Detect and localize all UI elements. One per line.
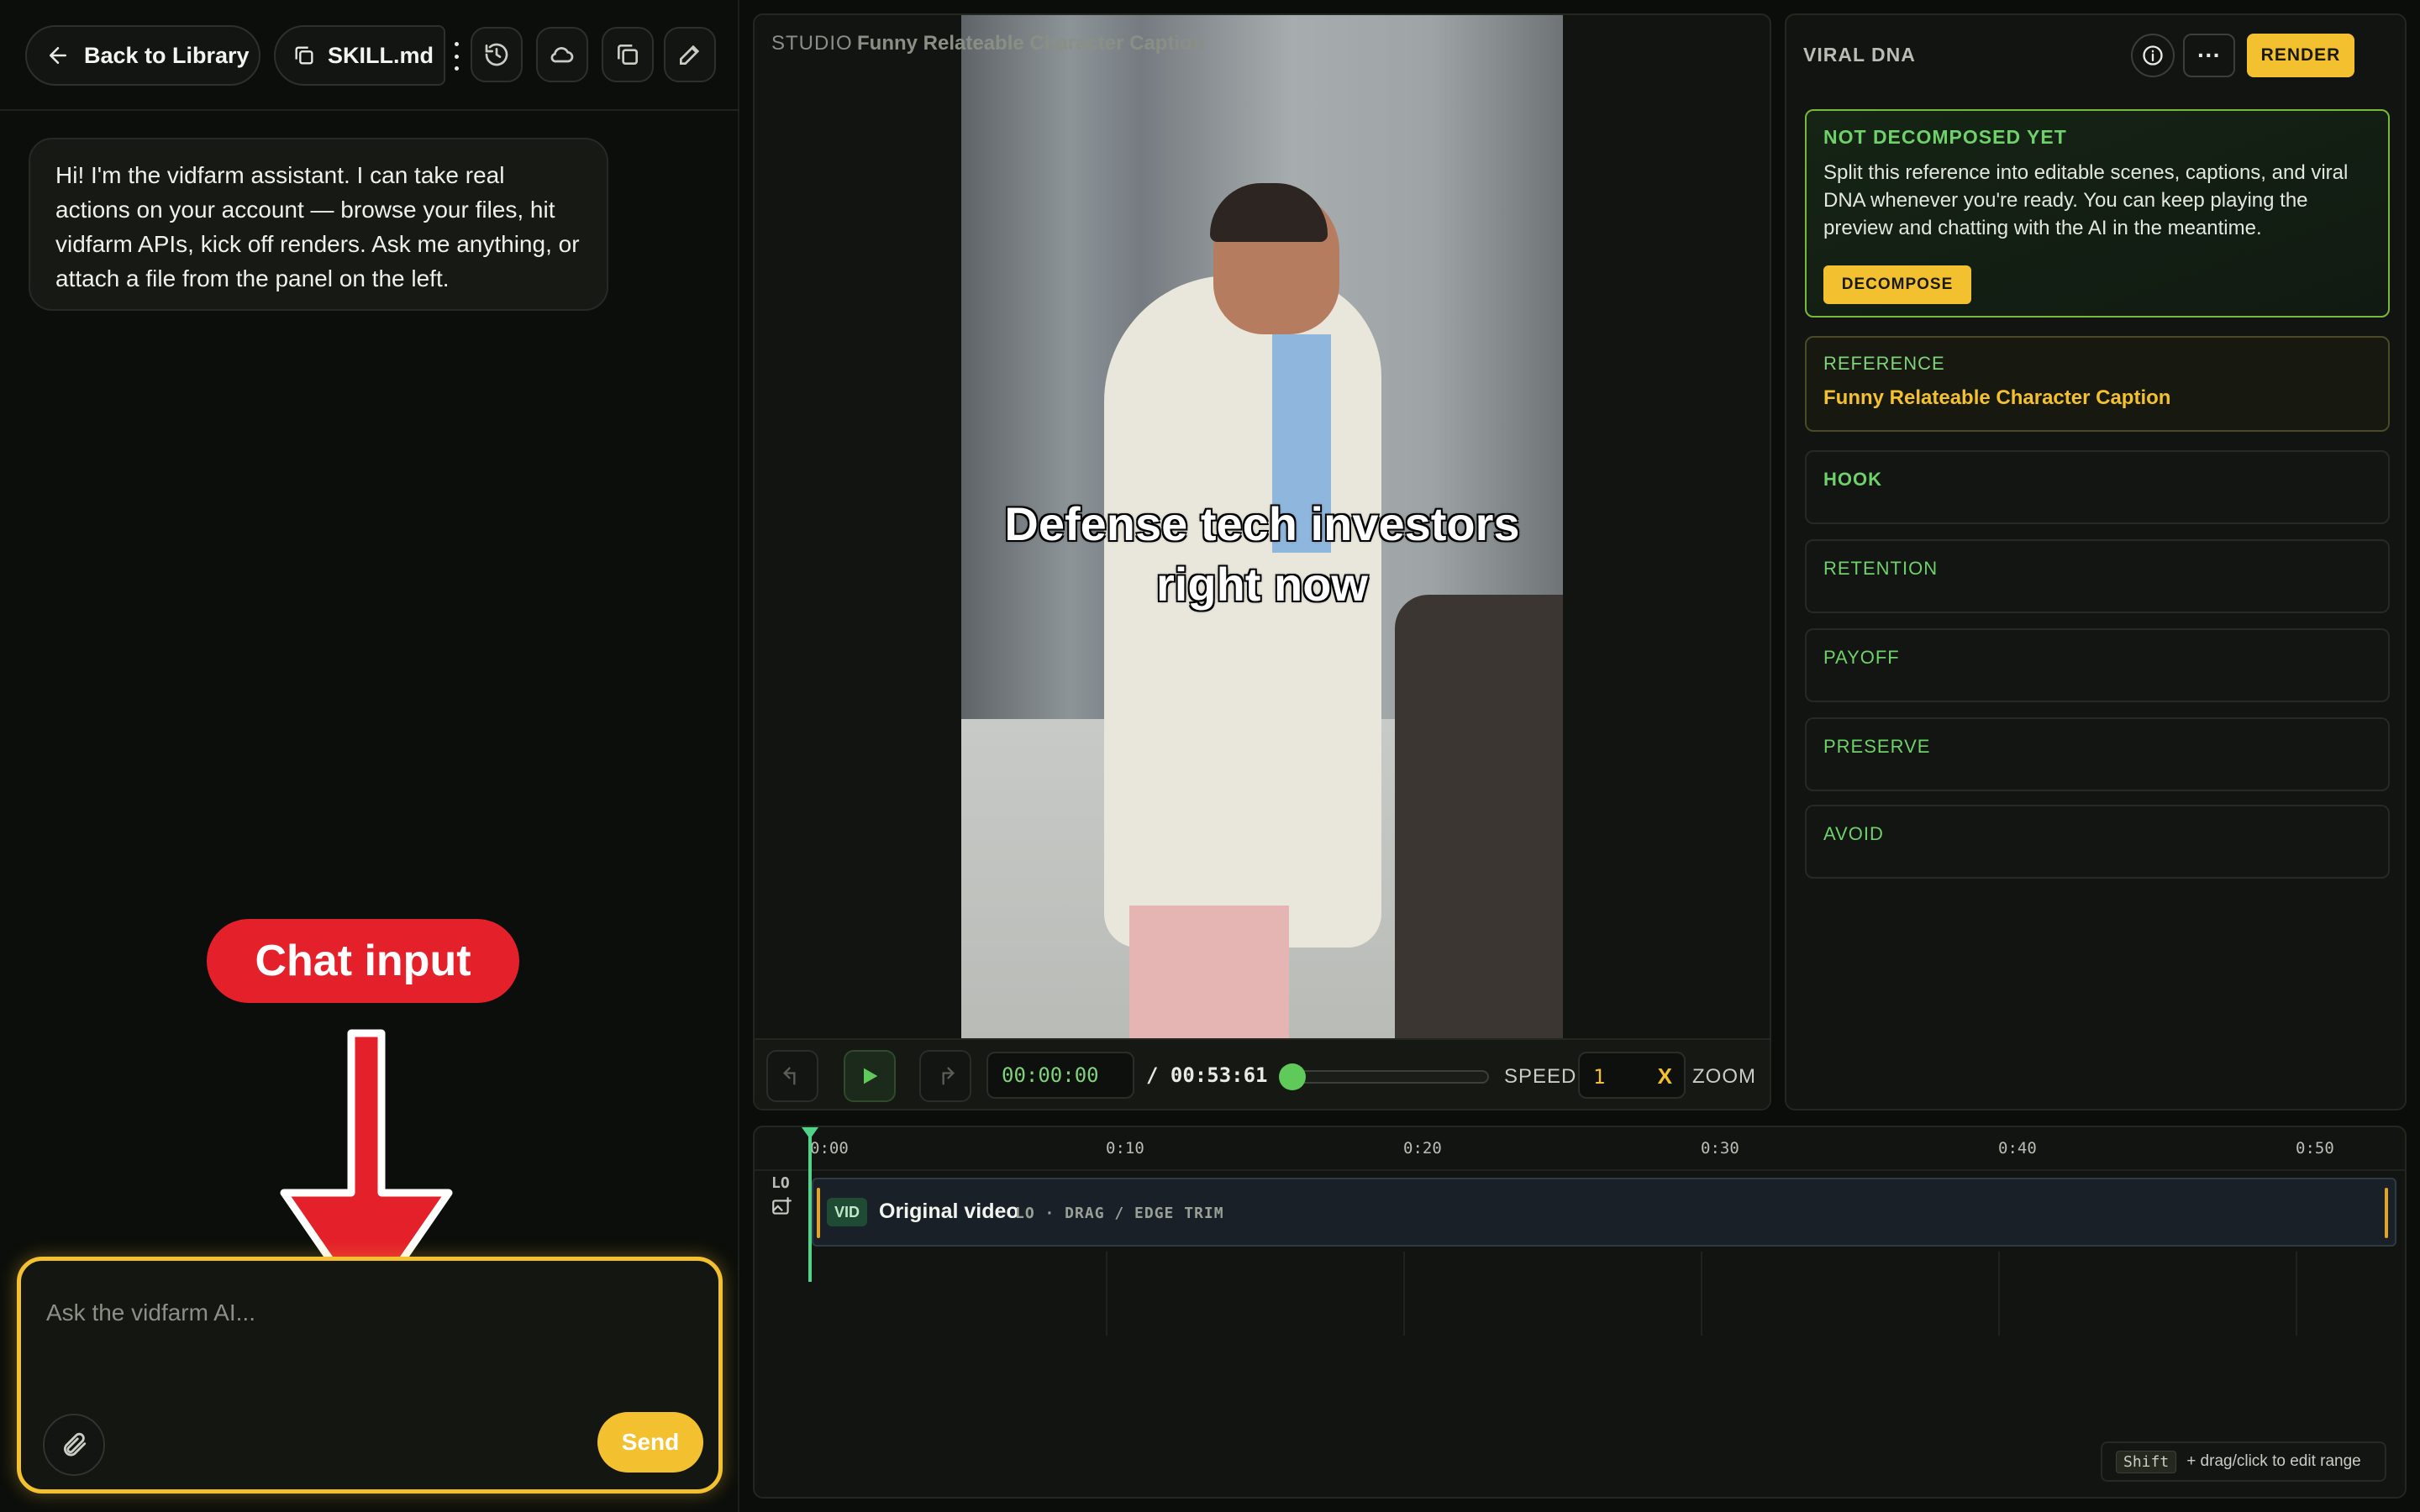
info-button[interactable] [2131,34,2175,77]
shift-hint-text: + drag/click to edit range [2186,1452,2361,1470]
not-decomposed-card: NOT DECOMPOSED YET Split this reference … [1805,109,2390,318]
viral-dna-title: VIRAL DNA [1803,44,1916,66]
more-options-button[interactable]: ··· [2183,34,2235,77]
preview-panel: Defense tech investors right now STUDIO … [753,13,1771,1110]
redo-icon [942,1067,955,1085]
current-time-field[interactable]: 00:00:00 [986,1052,1134,1099]
video-pants [1129,906,1289,1038]
preserve-section[interactable]: PRESERVE [1805,717,2390,791]
reference-label: REFERENCE [1823,353,1945,374]
video-caption: Defense tech investors right now [961,494,1563,615]
grid-line [1403,1252,1405,1336]
chat-input-box[interactable]: Send [17,1257,723,1494]
speed-suffix: X [1657,1063,1672,1089]
history-button[interactable] [471,27,523,82]
attach-button[interactable] [43,1414,105,1476]
track-name: Original video [879,1200,1019,1223]
trim-handle-right[interactable] [2385,1188,2388,1238]
shift-hint: Shift + drag/click to edit range [2101,1441,2386,1482]
ruler-tick: 0:00 [810,1139,849,1158]
undo-icon [783,1067,796,1085]
dot [454,42,459,46]
playhead-handle[interactable] [802,1127,818,1139]
timeline-panel: 0:00 0:10 0:20 0:30 0:40 0:50 LO VID Ori… [753,1126,2407,1499]
playback-controls: 00:00:00 / 00:53:61 SPEED 1 X ZOOM [755,1038,1770,1109]
track-hint: LO · DRAG / EDGE TRIM [1015,1205,1224,1222]
back-to-library-button[interactable]: Back to Library [25,25,260,86]
copy-icon [295,46,313,65]
retention-section[interactable]: RETENTION [1805,539,2390,613]
hook-section[interactable]: HOOK [1805,450,2390,524]
chat-input[interactable] [46,1288,685,1338]
speed-label: SPEED [1504,1065,1577,1088]
ruler-tick: 0:10 [1106,1139,1144,1158]
grid-line [1106,1252,1107,1336]
paperclip-icon [63,1432,87,1457]
cloud-icon [550,47,574,63]
ruler-tick: 0:40 [1998,1139,2037,1158]
pencil-icon [680,45,700,65]
dot [454,66,459,71]
skill-file-button[interactable]: SKILL.md [274,25,445,86]
decompose-button[interactable]: DECOMPOSE [1823,265,1971,304]
caption-line-2: right now [1156,558,1368,611]
time-separator: / [1146,1063,1159,1087]
back-to-library-label: Back to Library [84,42,250,68]
duplicate-icon [618,45,638,65]
history-icon [485,43,508,66]
grid-line [1998,1252,2000,1336]
play-icon [864,1068,878,1084]
add-image-icon[interactable] [770,1196,793,1218]
playhead[interactable] [808,1127,812,1282]
speed-input[interactable]: 1 X [1578,1052,1686,1099]
avoid-section[interactable]: AVOID [1805,805,2390,879]
payoff-section[interactable]: PAYOFF [1805,628,2390,702]
grid-line [2296,1252,2297,1336]
annotation-label: Chat input [207,919,519,1003]
chat-topbar: Back to Library SKILL.md [0,0,739,111]
assistant-message: Hi! I'm the vidfarm assistant. I can tak… [29,138,608,311]
reference-title: Funny Relateable Character Caption [1823,386,2171,409]
reference-card[interactable]: REFERENCE Funny Relateable Character Cap… [1805,336,2390,432]
render-button[interactable]: RENDER [2247,34,2354,77]
caption-line-1: Defense tech investors [1004,497,1520,550]
video-track-clip[interactable]: VID Original video LO · DRAG / EDGE TRIM [812,1178,2396,1247]
timeline-ruler[interactable]: 0:00 0:10 0:20 0:30 0:40 0:50 [755,1127,2405,1171]
not-decomposed-body: Split this reference into editable scene… [1823,161,2349,239]
chat-panel: Back to Library SKILL.md Hi! I'm the vid… [0,0,739,1512]
info-icon [2143,45,2163,66]
video-preview[interactable]: Defense tech investors right now [961,15,1563,1038]
total-time: / 00:53:61 [1146,1063,1268,1087]
video-hair [1210,183,1328,242]
video-sofa [1395,595,1563,1038]
ruler-tick: 0:30 [1701,1139,1739,1158]
zoom-label: ZOOM [1692,1065,1756,1088]
speed-value: 1 [1593,1065,1606,1089]
studio-label: STUDIO [771,32,853,55]
redo-button[interactable] [919,1050,971,1102]
viral-dna-panel: VIRAL DNA ··· RENDER NOT DECOMPOSED YET … [1785,13,2407,1110]
undo-button[interactable] [766,1050,818,1102]
duplicate-button[interactable] [602,27,654,82]
studio-title: Funny Relateable Character Caption [857,32,1205,55]
vid-badge: VID [827,1198,867,1226]
arrow-left-icon [50,47,66,64]
ruler-tick: 0:50 [2296,1139,2334,1158]
send-button[interactable]: Send [597,1412,703,1473]
edit-button[interactable] [664,27,716,82]
skill-file-label: SKILL.md [328,42,434,68]
trim-handle-left[interactable] [817,1188,820,1238]
skill-menu-button[interactable] [447,42,466,71]
shift-key: Shift [2116,1450,2177,1473]
scrub-slider[interactable] [1284,1070,1489,1084]
total-time-value: 00:53:61 [1170,1063,1268,1087]
play-button[interactable] [844,1050,896,1102]
dot [454,54,459,59]
cloud-button[interactable] [536,27,588,82]
lane-label: LO [771,1174,790,1192]
grid-line [1701,1252,1702,1336]
scrub-slider-knob[interactable] [1279,1063,1306,1090]
not-decomposed-title: NOT DECOMPOSED YET [1823,126,2067,148]
ruler-tick: 0:20 [1403,1139,1442,1158]
